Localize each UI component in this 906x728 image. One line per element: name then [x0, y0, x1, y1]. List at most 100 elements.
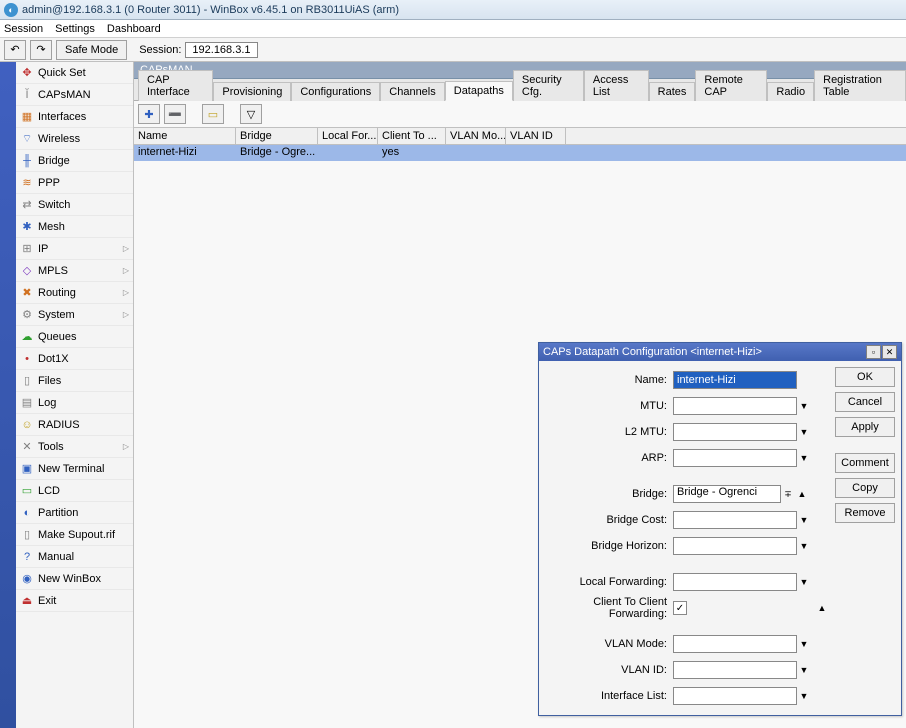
col-bridge[interactable]: Bridge	[236, 128, 318, 144]
bridge-cost-field[interactable]	[673, 511, 797, 529]
sidebar-item-quick-set[interactable]: ✥Quick Set	[16, 62, 133, 84]
remove-button[interactable]: ➖	[164, 104, 186, 124]
session-ip[interactable]: 192.168.3.1	[185, 42, 257, 58]
client-fwd-checkbox[interactable]: ✓	[673, 601, 687, 615]
bridge-horizon-field[interactable]	[673, 537, 797, 555]
filter-button[interactable]: ▽	[240, 104, 262, 124]
table-row[interactable]: internet-Hizi Bridge - Ogre... yes	[134, 145, 906, 161]
menu-session[interactable]: Session	[4, 23, 43, 35]
tab-channels[interactable]: Channels	[380, 82, 444, 101]
tab-provisioning[interactable]: Provisioning	[213, 82, 291, 101]
sidebar-item-capsman[interactable]: ĬCAPsMAN	[16, 84, 133, 106]
arp-field[interactable]	[673, 449, 797, 467]
comment-button[interactable]: ▭	[202, 104, 224, 124]
sidebar-item-new-terminal[interactable]: ▣New Terminal	[16, 458, 133, 480]
menu-dashboard[interactable]: Dashboard	[107, 23, 161, 35]
sidebar-icon: Ĭ	[20, 88, 34, 102]
tab-remote-cap[interactable]: Remote CAP	[695, 70, 767, 101]
sidebar-item-label: New WinBox	[38, 573, 101, 585]
vlan-mode-field[interactable]	[673, 635, 797, 653]
undo-button[interactable]: ↶	[4, 40, 26, 60]
sidebar-icon: ⚙	[20, 308, 34, 322]
col-client[interactable]: Client To ...	[378, 128, 446, 144]
name-field[interactable]	[673, 371, 797, 389]
tab-configurations[interactable]: Configurations	[291, 82, 380, 101]
sidebar-item-log[interactable]: ▤Log	[16, 392, 133, 414]
menu-settings[interactable]: Settings	[55, 23, 95, 35]
sidebar-item-lcd[interactable]: ▭LCD	[16, 480, 133, 502]
bridge-dropdown-icon[interactable]: ∓	[781, 489, 795, 500]
close-icon[interactable]: ✕	[882, 345, 897, 359]
l2mtu-field[interactable]	[673, 423, 797, 441]
col-name[interactable]: Name	[134, 128, 236, 144]
sidebar-item-bridge[interactable]: ╫Bridge	[16, 150, 133, 172]
local-fwd-toggle-icon[interactable]: ▼	[797, 577, 811, 587]
remove-button[interactable]: Remove	[835, 503, 895, 523]
sidebar-item-mpls[interactable]: ◇MPLS▷	[16, 260, 133, 282]
iface-list-toggle-icon[interactable]: ▼	[797, 691, 811, 701]
tab-datapaths[interactable]: Datapaths	[445, 81, 513, 101]
sidebar-item-tools[interactable]: ✕Tools▷	[16, 436, 133, 458]
tab-security-cfg-[interactable]: Security Cfg.	[513, 70, 584, 101]
sidebar-icon: ▤	[20, 396, 34, 410]
add-button[interactable]: ✚	[138, 104, 160, 124]
dialog-title-bar[interactable]: CAPs Datapath Configuration <internet-Hi…	[539, 343, 901, 361]
cell-client: yes	[378, 145, 446, 161]
minimize-icon[interactable]: ▫	[866, 345, 881, 359]
col-local[interactable]: Local For...	[318, 128, 378, 144]
col-vlanid[interactable]: VLAN ID	[506, 128, 566, 144]
iface-list-field[interactable]	[673, 687, 797, 705]
sidebar-item-partition[interactable]: ◐Partition	[16, 502, 133, 524]
chevron-right-icon: ▷	[123, 310, 129, 319]
vlan-id-field[interactable]	[673, 661, 797, 679]
sidebar-item-mesh[interactable]: ✱Mesh	[16, 216, 133, 238]
cell-local	[318, 145, 378, 161]
vlan-mode-toggle-icon[interactable]: ▼	[797, 639, 811, 649]
sidebar-icon: ≋	[20, 176, 34, 190]
main-toolbar: ↶ ↷ Safe Mode Session: 192.168.3.1	[0, 38, 906, 62]
sidebar-item-manual[interactable]: ?Manual	[16, 546, 133, 568]
sidebar-item-files[interactable]: ▯Files	[16, 370, 133, 392]
bridge-toggle-icon[interactable]: ▲	[795, 489, 809, 499]
sidebar-item-radius[interactable]: ☺RADIUS	[16, 414, 133, 436]
bridge-horizon-toggle-icon[interactable]: ▼	[797, 541, 811, 551]
tab-rates[interactable]: Rates	[649, 82, 696, 101]
mtu-field[interactable]	[673, 397, 797, 415]
copy-button[interactable]: Copy	[835, 478, 895, 498]
sidebar-item-dot1x[interactable]: •Dot1X	[16, 348, 133, 370]
sidebar-item-queues[interactable]: ☁Queues	[16, 326, 133, 348]
sidebar-item-wireless[interactable]: ⌔Wireless	[16, 128, 133, 150]
sidebar-item-switch[interactable]: ⇄Switch	[16, 194, 133, 216]
ok-button[interactable]: OK	[835, 367, 895, 387]
sidebar-item-system[interactable]: ⚙System▷	[16, 304, 133, 326]
sidebar-icon: •	[20, 352, 34, 366]
sidebar-item-interfaces[interactable]: ▦Interfaces	[16, 106, 133, 128]
col-vlanm[interactable]: VLAN Mo...	[446, 128, 506, 144]
sidebar-item-exit[interactable]: ⏏Exit	[16, 590, 133, 612]
client-fwd-toggle-icon[interactable]: ▲	[815, 603, 829, 613]
apply-button[interactable]: Apply	[835, 417, 895, 437]
datapath-dialog: CAPs Datapath Configuration <internet-Hi…	[538, 342, 902, 716]
grid-toolbar: ✚ ➖ ▭ ▽	[134, 101, 906, 127]
sidebar-item-ppp[interactable]: ≋PPP	[16, 172, 133, 194]
sidebar-item-ip[interactable]: ⊞IP▷	[16, 238, 133, 260]
tab-radio[interactable]: Radio	[767, 82, 814, 101]
bridge-field[interactable]: Bridge - Ogrenci	[673, 485, 781, 503]
tab-cap-interface[interactable]: CAP Interface	[138, 70, 213, 101]
vlan-id-toggle-icon[interactable]: ▼	[797, 665, 811, 675]
l2mtu-toggle-icon[interactable]: ▼	[797, 427, 811, 437]
safe-mode-button[interactable]: Safe Mode	[56, 40, 127, 60]
comment-button[interactable]: Comment	[835, 453, 895, 473]
redo-button[interactable]: ↷	[30, 40, 52, 60]
tab-registration-table[interactable]: Registration Table	[814, 70, 906, 101]
sidebar-item-new-winbox[interactable]: ◉New WinBox	[16, 568, 133, 590]
sidebar-item-routing[interactable]: ✖Routing▷	[16, 282, 133, 304]
local-fwd-field[interactable]	[673, 573, 797, 591]
sidebar-item-make-supout-rif[interactable]: ▯Make Supout.rif	[16, 524, 133, 546]
tab-access-list[interactable]: Access List	[584, 70, 649, 101]
mtu-toggle-icon[interactable]: ▼	[797, 401, 811, 411]
sidebar-icon: ⇄	[20, 198, 34, 212]
cancel-button[interactable]: Cancel	[835, 392, 895, 412]
bridge-cost-toggle-icon[interactable]: ▼	[797, 515, 811, 525]
arp-toggle-icon[interactable]: ▼	[797, 453, 811, 463]
